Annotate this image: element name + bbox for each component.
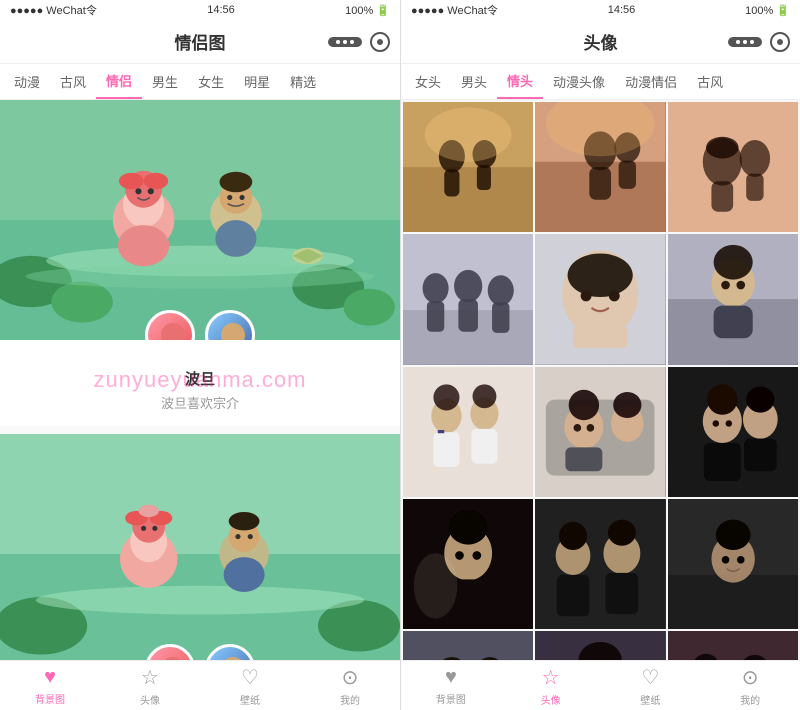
heart-outline-icon-left: ♡ bbox=[241, 665, 259, 690]
photo-grid bbox=[401, 100, 800, 660]
photo-cell-7[interactable] bbox=[403, 367, 533, 497]
photo-cell-9[interactable] bbox=[668, 367, 798, 497]
tab-qinglv[interactable]: 情侣 bbox=[96, 64, 142, 99]
tab-dongman[interactable]: 动漫 bbox=[4, 64, 50, 99]
photo-cell-6[interactable] bbox=[668, 234, 798, 364]
avatar-right-1 bbox=[205, 310, 255, 340]
photo-cell-15[interactable] bbox=[668, 631, 798, 660]
circle-icon-right: ⊙ bbox=[742, 665, 759, 690]
card-desc-1: 波旦喜欢宗介 bbox=[16, 393, 384, 412]
title-icons-right bbox=[728, 32, 790, 52]
target-icon[interactable] bbox=[370, 32, 390, 52]
anime-bg-2 bbox=[0, 434, 400, 660]
target-icon-right[interactable] bbox=[770, 32, 790, 52]
star-icon-right: ☆ bbox=[542, 665, 560, 690]
heart-icon-left: ♥ bbox=[44, 666, 56, 689]
avatar-left-2 bbox=[145, 644, 195, 660]
bt-label-bizhi-right: 壁纸 bbox=[640, 692, 660, 707]
bottom-tab-touxiang-right[interactable]: ☆ 头像 bbox=[521, 665, 581, 707]
bt-label-bgjt-left: 背景图 bbox=[35, 691, 65, 706]
signal-right: ●●●●● WeChat令 bbox=[411, 2, 498, 18]
bt-label-touxiang-left: 头像 bbox=[140, 692, 160, 707]
status-bar-right: ●●●●● WeChat令 14:56 100% 🔋 bbox=[401, 0, 800, 20]
bt-label-bgjt-right: 背景图 bbox=[436, 691, 466, 706]
signal-left: ●●●●● WeChat令 bbox=[10, 2, 97, 18]
couple-image-2 bbox=[0, 434, 400, 660]
card-name-1: 波旦 bbox=[16, 368, 384, 389]
bottom-tab-wode-left[interactable]: ⊙ 我的 bbox=[320, 665, 380, 707]
bottom-tab-bizhi-right[interactable]: ♡ 壁纸 bbox=[620, 665, 680, 707]
bottom-tab-wode-right[interactable]: ⊙ 我的 bbox=[720, 665, 780, 707]
page-title-left: 情侣图 bbox=[175, 29, 226, 54]
bt-label-wode-right: 我的 bbox=[740, 692, 760, 707]
title-bar-left: 情侣图 bbox=[0, 20, 400, 64]
title-icons-left bbox=[328, 32, 390, 52]
photo-grid-content[interactable] bbox=[401, 100, 800, 660]
tab-gufeng[interactable]: 古风 bbox=[50, 64, 96, 99]
bt-label-wode-left: 我的 bbox=[340, 692, 360, 707]
tab-dongmanqinglv[interactable]: 动漫情侣 bbox=[615, 64, 687, 99]
photo-cell-14[interactable] bbox=[535, 631, 665, 660]
content-left[interactable]: zunyueyuanma.com bbox=[0, 100, 400, 660]
status-bar-left: ●●●●● WeChat令 14:56 100% 🔋 bbox=[0, 0, 400, 20]
couple-card-2[interactable]: 宗介 我也喜欢你 bbox=[0, 434, 400, 660]
bt-label-touxiang-right: 头像 bbox=[541, 692, 561, 707]
photo-cell-1[interactable] bbox=[403, 102, 533, 232]
bottom-tab-bizhi-left[interactable]: ♡ 壁纸 bbox=[220, 665, 280, 707]
tab-nvsheng[interactable]: 女生 bbox=[188, 64, 234, 99]
bottom-tab-touxiang-left[interactable]: ☆ 头像 bbox=[120, 665, 180, 707]
category-tabs-right: 女头 男头 情头 动漫头像 动漫情侣 古风 bbox=[401, 64, 800, 100]
photo-cell-8[interactable] bbox=[535, 367, 665, 497]
photo-cell-4[interactable] bbox=[403, 234, 533, 364]
avatar-row-1 bbox=[145, 310, 255, 340]
couple-card-1[interactable]: 波旦 波旦喜欢宗介 bbox=[0, 100, 400, 426]
tab-dongmantou[interactable]: 动漫头像 bbox=[543, 64, 615, 99]
tab-nansheng[interactable]: 男生 bbox=[142, 64, 188, 99]
battery-right: 100% 🔋 bbox=[745, 4, 790, 17]
tab-qingtou[interactable]: 情头 bbox=[497, 64, 543, 99]
card-info-1: 波旦 波旦喜欢宗介 bbox=[0, 340, 400, 426]
photo-cell-3[interactable] bbox=[668, 102, 798, 232]
time-right: 14:56 bbox=[608, 4, 636, 16]
photo-cell-11[interactable] bbox=[535, 499, 665, 629]
tab-mingxing[interactable]: 明星 bbox=[234, 64, 280, 99]
couple-image-1 bbox=[0, 100, 400, 340]
avatar-left-1 bbox=[145, 310, 195, 340]
avatar-right-2 bbox=[205, 644, 255, 660]
tab-jingxuan[interactable]: 精选 bbox=[280, 64, 326, 99]
photo-cell-5[interactable] bbox=[535, 234, 665, 364]
photo-cell-13[interactable] bbox=[403, 631, 533, 660]
title-bar-right: 头像 bbox=[401, 20, 800, 64]
avatar-row-2 bbox=[145, 644, 255, 660]
heart-icon-right: ♥ bbox=[445, 666, 457, 689]
bottom-bar-left: ♥ 背景图 ☆ 头像 ♡ 壁纸 ⊙ 我的 bbox=[0, 660, 400, 710]
bottom-bar-right: ♥ 背景图 ☆ 头像 ♡ 壁纸 ⊙ 我的 bbox=[401, 660, 800, 710]
photo-cell-10[interactable] bbox=[403, 499, 533, 629]
battery-left: 100% 🔋 bbox=[345, 4, 390, 17]
right-phone: ●●●●● WeChat令 14:56 100% 🔋 头像 女头 男头 情头 动… bbox=[400, 0, 800, 710]
time-left: 14:56 bbox=[207, 4, 235, 16]
bt-label-bizhi-left: 壁纸 bbox=[240, 692, 260, 707]
anime-bg-1 bbox=[0, 100, 400, 340]
photo-cell-2[interactable] bbox=[535, 102, 665, 232]
tab-nvtou[interactable]: 女头 bbox=[405, 64, 451, 99]
more-icon[interactable] bbox=[328, 37, 362, 47]
page-title-right: 头像 bbox=[584, 29, 618, 54]
heart-outline-icon-right: ♡ bbox=[641, 665, 659, 690]
circle-icon-left: ⊙ bbox=[342, 665, 359, 690]
tab-nantou[interactable]: 男头 bbox=[451, 64, 497, 99]
left-phone: ●●●●● WeChat令 14:56 100% 🔋 情侣图 动漫 古风 情侣 … bbox=[0, 0, 400, 710]
more-icon-right[interactable] bbox=[728, 37, 762, 47]
category-tabs-left: 动漫 古风 情侣 男生 女生 明星 精选 bbox=[0, 64, 400, 100]
tab-gufeng2[interactable]: 古风 bbox=[687, 64, 733, 99]
bottom-tab-bgjt-right[interactable]: ♥ 背景图 bbox=[421, 666, 481, 706]
star-icon-left: ☆ bbox=[141, 665, 159, 690]
photo-cell-12[interactable] bbox=[668, 499, 798, 629]
bottom-tab-bgjt-left[interactable]: ♥ 背景图 bbox=[20, 666, 80, 706]
